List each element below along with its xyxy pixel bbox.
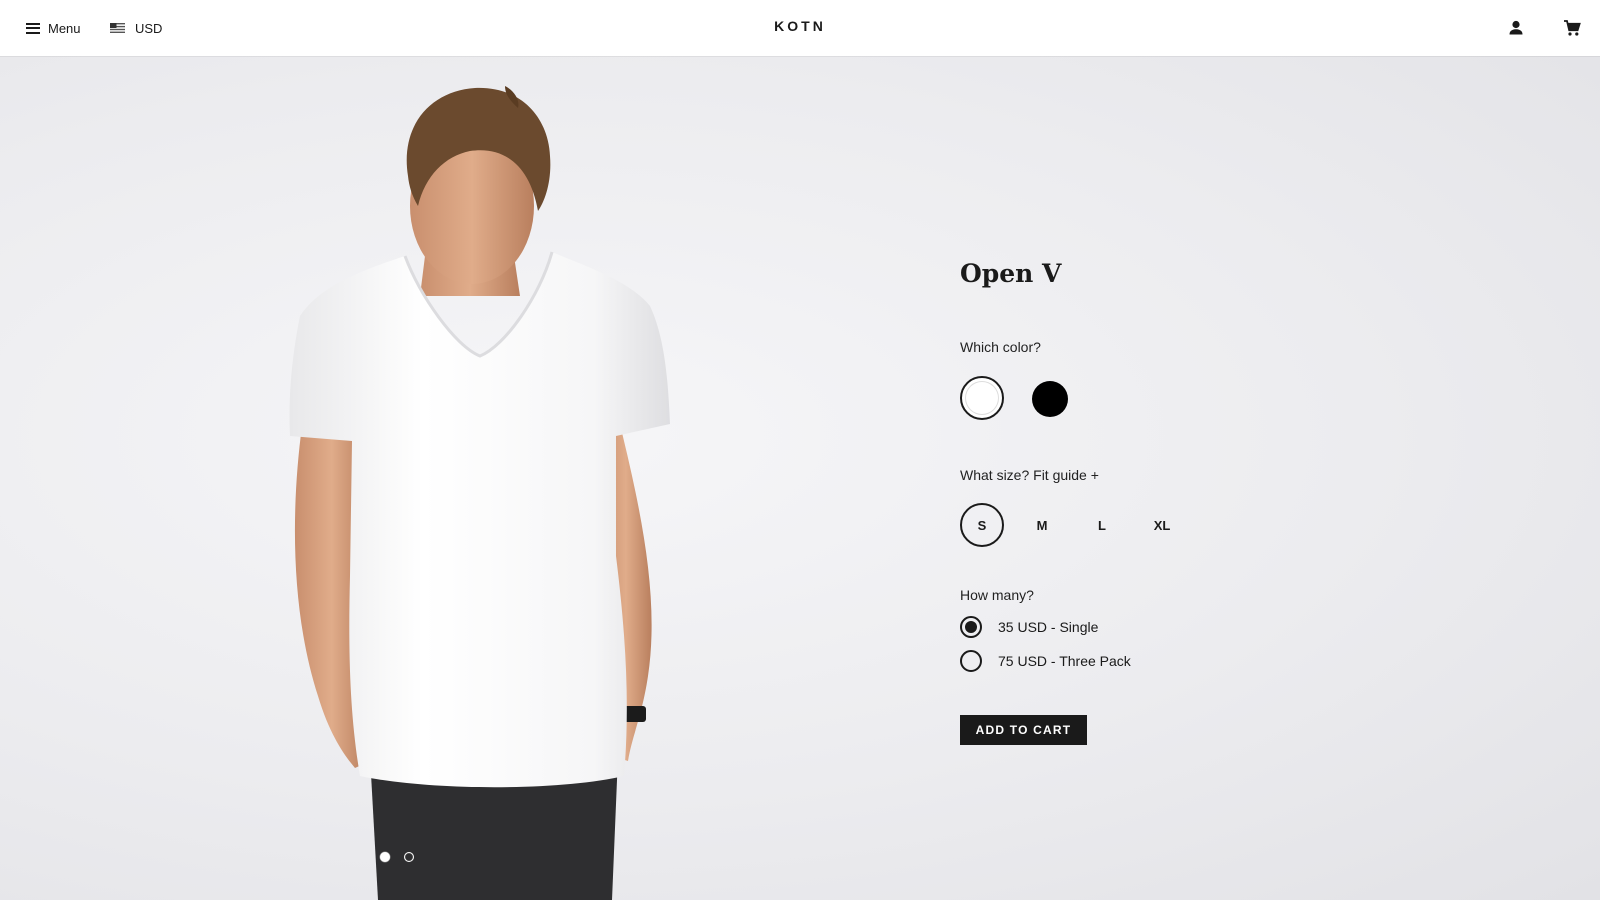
fit-guide-link[interactable]: Fit guide + — [1033, 467, 1099, 483]
cart-icon[interactable] — [1561, 17, 1583, 39]
add-to-cart-button[interactable]: ADD TO CART — [960, 715, 1087, 745]
product-panel: Open V Which color? What size? Fit guide… — [960, 56, 1360, 900]
product-hero: Open V Which color? What size? Fit guide… — [0, 56, 1600, 900]
quantity-option-label: 35 USD - Single — [998, 619, 1099, 635]
size-prompt: What size? Fit guide + — [960, 467, 1099, 483]
size-prompt-text: What size? — [960, 467, 1030, 483]
size-option-s[interactable]: S — [960, 503, 1004, 547]
gallery-dot-2[interactable] — [404, 852, 414, 862]
product-photo — [289, 86, 670, 900]
gallery-dots — [380, 852, 428, 862]
quantity-option-label: 75 USD - Three Pack — [998, 653, 1131, 669]
color-swatch-black[interactable] — [1032, 381, 1068, 417]
color-prompt: Which color? — [960, 339, 1041, 355]
quantity-option-single[interactable]: 35 USD - Single — [960, 616, 1098, 638]
radio-single[interactable] — [960, 616, 982, 638]
product-title: Open V — [960, 259, 1062, 288]
radio-three-pack[interactable] — [960, 650, 982, 672]
size-option-m[interactable]: M — [1020, 503, 1064, 547]
brand-logo[interactable]: KOTN — [0, 18, 1600, 34]
size-option-l[interactable]: L — [1080, 503, 1124, 547]
size-option-xl[interactable]: XL — [1140, 503, 1184, 547]
gallery-dot-1[interactable] — [380, 852, 390, 862]
quantity-option-three-pack[interactable]: 75 USD - Three Pack — [960, 650, 1131, 672]
color-swatch-white[interactable] — [960, 376, 1004, 420]
quantity-prompt: How many? — [960, 587, 1034, 603]
top-header: Menu USD KOTN — [0, 0, 1600, 56]
account-icon[interactable] — [1505, 17, 1527, 39]
